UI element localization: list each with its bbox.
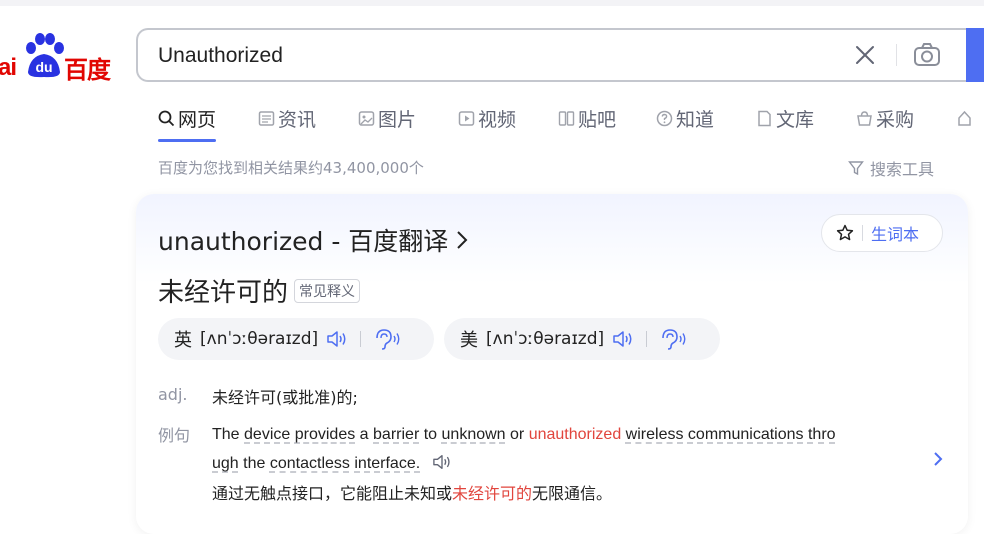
vocab-book-button[interactable]: 生词本 [821, 214, 943, 252]
chevron-right-icon[interactable] [932, 450, 944, 468]
tab-label: 网页 [178, 108, 217, 131]
search-tools-button[interactable]: 搜索工具 [848, 156, 934, 180]
baidu-logo[interactable]: ai du 百度 [0, 30, 120, 84]
tab-news[interactable]: 资讯 [258, 102, 316, 134]
tab-label: 采购 [876, 108, 915, 131]
news-icon [258, 110, 275, 126]
basket-icon [857, 110, 872, 126]
tab-zhidao[interactable]: 知道 [656, 102, 714, 134]
search-input[interactable] [156, 40, 820, 72]
paw-logo-icon: du [26, 33, 64, 78]
example-word[interactable]: barrier [373, 426, 419, 443]
filter-icon [848, 161, 864, 176]
tab-images[interactable]: 图片 [358, 102, 416, 134]
speaker-icon[interactable] [326, 329, 348, 349]
tab-label: 文库 [776, 108, 815, 131]
example-word: a [359, 426, 369, 443]
us-pronunciation: 美 [ʌnˈɔːθəraɪzd] [444, 318, 720, 360]
document-icon [758, 110, 771, 126]
pron-divider [360, 331, 362, 347]
example-word[interactable]: device [244, 426, 290, 443]
follow-read-icon[interactable] [659, 328, 689, 350]
follow-read-icon[interactable] [373, 328, 403, 350]
tab-web[interactable]: 网页 [158, 102, 217, 142]
speaker-icon[interactable] [431, 453, 453, 471]
uk-label: 英 [174, 330, 192, 351]
example-sentence-en: The device provides a barrier to unknown… [212, 420, 932, 478]
example-word: The [212, 426, 240, 443]
card-title: unauthorized - 百度翻译 [158, 227, 449, 256]
question-icon [656, 110, 673, 126]
card-title-link[interactable]: unauthorized - 百度翻译 [158, 222, 468, 258]
result-count: 百度为您找到相关结果约43,400,000个 [158, 159, 424, 177]
tab-tieba[interactable]: 贴吧 [558, 102, 616, 134]
logo-text-cn: 百度 [64, 56, 111, 84]
pron-divider [646, 331, 648, 347]
example-word[interactable]: wireless [626, 426, 684, 443]
example-word[interactable]: thro [808, 426, 836, 443]
tab-wenku[interactable]: 文库 [756, 102, 814, 134]
tab-video[interactable]: 视频 [458, 102, 516, 134]
example-word[interactable]: ugh [212, 455, 239, 472]
meaning-tag: 常见释义 [294, 278, 361, 303]
example-sentence-cn: 通过无触点接口，它能阻止未知或未经许可的无限通信。 [212, 480, 612, 504]
search-divider [896, 44, 897, 66]
meaning-text: 未经许可的 [158, 278, 289, 308]
clear-icon[interactable] [852, 42, 878, 68]
chevron-right-icon [457, 231, 468, 249]
example-word[interactable]: contactless [270, 455, 350, 472]
paw-text: du [35, 59, 52, 75]
video-icon [458, 110, 475, 126]
definition-text: 未经许可(或批准)的; [212, 388, 358, 407]
example-keyword: unauthorized [528, 426, 622, 443]
us-phonetic: [ʌnˈɔːθəraɪzd] [486, 329, 605, 349]
search-tools-label: 搜索工具 [870, 160, 935, 179]
example-word: or [510, 426, 525, 443]
example-cn-post: 无限通信。 [532, 484, 613, 503]
example-cn-pre: 通过无触点接口，它能阻止未知或 [212, 484, 453, 503]
search-box [136, 28, 966, 82]
star-icon [836, 224, 854, 241]
tab-more[interactable] [956, 102, 976, 134]
tab-label: 知道 [676, 108, 715, 131]
example-word[interactable]: provides [295, 426, 355, 443]
example-word[interactable]: communications [688, 426, 804, 443]
example-cn-highlight: 未经许可的 [452, 484, 533, 503]
speaker-icon[interactable] [612, 329, 634, 349]
search-icon [158, 110, 175, 126]
tieba-icon [558, 110, 575, 126]
tab-label: 资讯 [278, 108, 317, 131]
tab-label: 图片 [378, 108, 417, 131]
part-of-speech: adj. [158, 385, 188, 404]
vocab-label: 生词本 [871, 225, 920, 244]
search-button[interactable] [966, 28, 984, 82]
example-word[interactable]: unknown [442, 426, 506, 443]
tab-label: 视频 [478, 108, 517, 131]
us-label: 美 [460, 330, 478, 351]
active-tab-indicator [158, 139, 217, 142]
translation-card: unauthorized - 百度翻译 生词本 未经许可的 常见释义 英 [ʌn… [136, 194, 968, 534]
tab-purchase[interactable]: 采购 [856, 102, 914, 134]
example-word: the [243, 455, 266, 472]
more-icon [958, 110, 971, 126]
example-word: to [423, 426, 438, 443]
camera-icon[interactable] [912, 41, 942, 69]
example-label: 例句 [158, 426, 191, 445]
example-word[interactable]: interface. [354, 455, 420, 472]
top-strip [0, 0, 984, 6]
uk-phonetic: [ʌnˈɔːθəraɪzd] [200, 329, 319, 349]
image-icon [358, 110, 375, 126]
uk-pronunciation: 英 [ʌnˈɔːθəraɪzd] [158, 318, 434, 360]
tab-label: 贴吧 [578, 108, 617, 131]
main-meaning: 未经许可的 常见释义 [158, 272, 361, 309]
logo-text-left: ai [0, 54, 17, 81]
search-tabs: 网页 资讯 图片 视频 贴吧 知道 文库 采购 [158, 102, 984, 142]
vocab-divider [862, 225, 863, 241]
